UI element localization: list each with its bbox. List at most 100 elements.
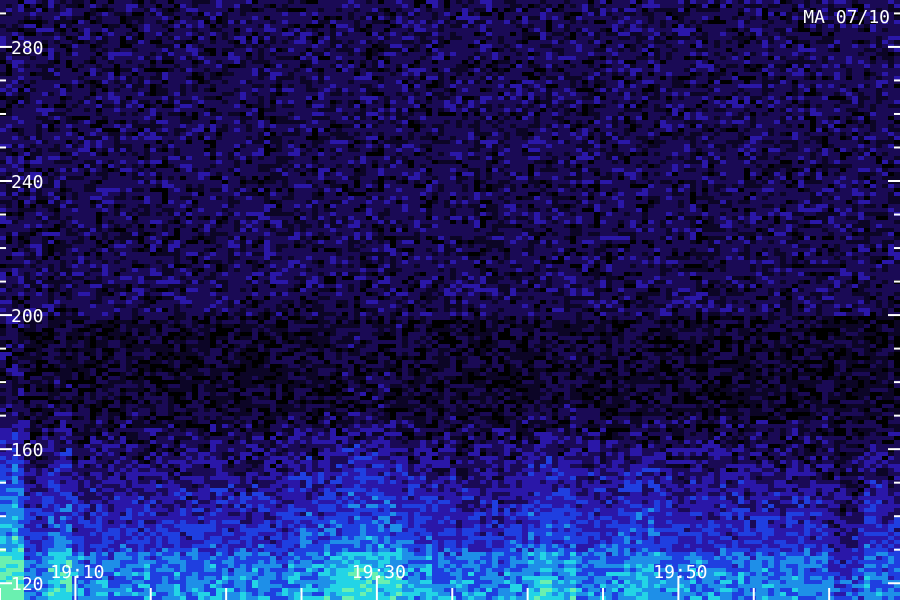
intensity-cell <box>126 124 132 128</box>
intensity-cell <box>228 496 234 500</box>
intensity-cell <box>54 24 60 28</box>
intensity-cell <box>246 516 252 520</box>
intensity-cell <box>24 364 30 368</box>
intensity-cell <box>66 528 72 532</box>
intensity-cell <box>186 556 192 560</box>
intensity-cell <box>84 492 90 496</box>
intensity-cell <box>108 448 114 452</box>
intensity-cell <box>144 112 150 116</box>
intensity-cell <box>12 412 18 416</box>
intensity-cell <box>210 596 216 600</box>
intensity-cell <box>210 532 216 536</box>
intensity-cell <box>150 32 156 36</box>
intensity-cell <box>114 392 120 396</box>
intensity-cell <box>96 180 102 184</box>
intensity-cell <box>72 48 78 52</box>
intensity-cell <box>216 572 222 576</box>
intensity-cell <box>216 480 222 484</box>
intensity-cell <box>174 184 180 188</box>
intensity-cell <box>234 204 240 208</box>
intensity-cell <box>198 384 204 388</box>
intensity-cell <box>24 564 30 568</box>
intensity-cell <box>186 592 192 596</box>
intensity-cell <box>204 584 210 588</box>
intensity-cell <box>78 272 84 276</box>
intensity-cell <box>216 332 222 336</box>
intensity-cell <box>186 400 192 404</box>
intensity-cell <box>36 220 42 224</box>
intensity-cell <box>114 164 120 168</box>
intensity-cell <box>78 220 84 224</box>
intensity-cell <box>84 248 90 252</box>
intensity-cell <box>240 480 246 484</box>
intensity-cell <box>102 112 108 116</box>
intensity-cell <box>186 268 192 272</box>
intensity-cell <box>192 436 198 440</box>
intensity-cell <box>150 100 156 104</box>
intensity-cell <box>54 460 60 464</box>
intensity-cell <box>162 300 168 304</box>
intensity-cell <box>126 500 132 504</box>
intensity-cell <box>102 404 108 408</box>
intensity-cell <box>12 416 18 420</box>
intensity-cell <box>66 276 72 280</box>
intensity-cell <box>78 488 84 492</box>
intensity-cell <box>150 436 156 440</box>
intensity-cell <box>150 48 156 52</box>
intensity-cell <box>30 60 36 64</box>
intensity-cell <box>192 552 198 556</box>
intensity-cell <box>180 164 186 168</box>
intensity-cell <box>60 168 66 172</box>
intensity-cell <box>150 508 156 512</box>
intensity-cell <box>180 12 186 16</box>
intensity-cell <box>78 340 84 344</box>
intensity-cell <box>120 500 126 504</box>
intensity-cell <box>204 20 210 24</box>
intensity-cell <box>216 504 222 508</box>
intensity-cell <box>48 384 54 388</box>
intensity-cell <box>216 392 222 396</box>
intensity-cell <box>18 476 24 480</box>
intensity-cell <box>234 72 240 76</box>
intensity-cell <box>18 432 24 436</box>
intensity-cell <box>30 396 36 400</box>
intensity-cell <box>12 488 18 492</box>
intensity-cell <box>174 528 180 532</box>
intensity-cell <box>30 4 36 8</box>
intensity-cell <box>84 400 90 404</box>
intensity-cell <box>162 68 168 72</box>
intensity-cell <box>36 488 42 492</box>
intensity-cell <box>210 168 216 172</box>
intensity-cell <box>84 460 90 464</box>
intensity-cell <box>144 80 150 84</box>
intensity-cell <box>138 588 144 592</box>
intensity-cell <box>102 444 108 448</box>
intensity-cell <box>174 180 180 184</box>
intensity-cell <box>204 296 210 300</box>
intensity-cell <box>222 60 228 64</box>
intensity-cell <box>0 320 6 324</box>
intensity-cell <box>6 548 12 552</box>
intensity-cell <box>48 240 54 244</box>
intensity-cell <box>132 576 138 580</box>
intensity-cell <box>234 448 240 452</box>
intensity-cell <box>12 124 18 128</box>
intensity-cell <box>192 224 198 228</box>
intensity-cell <box>6 540 12 544</box>
intensity-cell <box>246 424 252 428</box>
intensity-cell <box>150 432 156 436</box>
intensity-cell <box>54 168 60 172</box>
intensity-cell <box>180 44 186 48</box>
intensity-cell <box>48 172 54 176</box>
intensity-cell <box>192 52 198 56</box>
intensity-cell <box>228 240 234 244</box>
intensity-cell <box>144 116 150 120</box>
intensity-cell <box>72 524 78 528</box>
intensity-cell <box>198 548 204 552</box>
intensity-cell <box>138 28 144 32</box>
intensity-cell <box>48 56 54 60</box>
intensity-cell <box>0 196 6 200</box>
intensity-cell <box>204 172 210 176</box>
intensity-cell <box>240 68 246 72</box>
intensity-cell <box>12 0 18 4</box>
